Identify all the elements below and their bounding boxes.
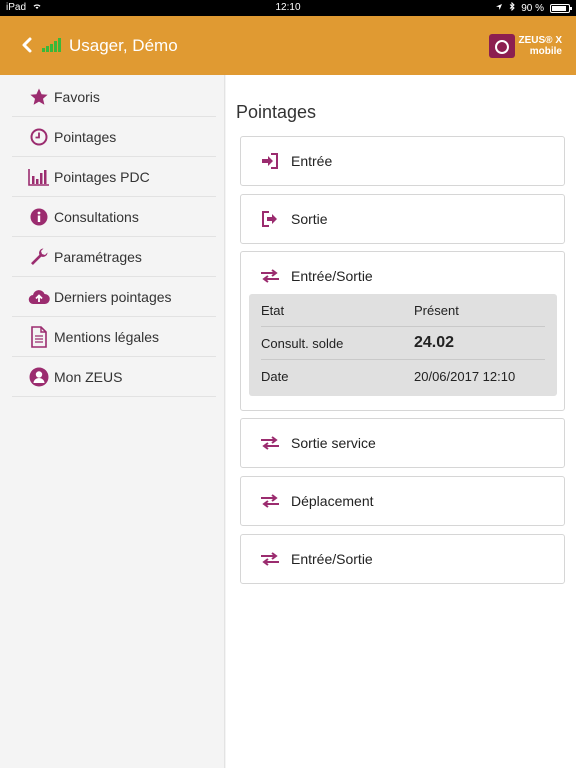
action-label: Sortie service: [291, 435, 376, 451]
action-entree-sortie-expanded[interactable]: Entrée/Sortie Etat Présent Consult. sold…: [240, 251, 565, 411]
logo-line2: mobile: [529, 46, 562, 57]
zeus-logo: ZEUS® X mobile: [488, 34, 563, 58]
exchange-icon: [259, 268, 281, 284]
action-entree[interactable]: Entrée: [240, 136, 565, 186]
detail-row: Date 20/06/2017 12:10: [261, 360, 545, 393]
detail-key: Date: [261, 369, 289, 384]
sidebar-item-mon-zeus[interactable]: Mon ZEUS: [12, 357, 216, 397]
app-header: Usager, Démo ZEUS® X mobile: [0, 16, 576, 75]
sidebar-item-label: Pointages PDC: [54, 168, 150, 185]
bluetooth-icon: [509, 1, 515, 14]
cloud-upload-icon: [28, 286, 50, 308]
action-label: Entrée/Sortie: [291, 551, 373, 567]
detail-key: Etat: [261, 302, 285, 318]
action-sortie-service[interactable]: Sortie service: [240, 418, 565, 468]
sidebar-item-label: Paramétrages: [54, 248, 142, 265]
sidebar-item-pointages[interactable]: Pointages: [12, 117, 216, 157]
detail-value: 20/06/2017 12:10: [414, 369, 516, 384]
bar-chart-icon: [28, 166, 50, 188]
sidebar-item-label: Mon ZEUS: [54, 368, 123, 385]
exchange-icon: [259, 435, 281, 451]
clock-icon: [28, 126, 50, 148]
header-title: Usager, Démo: [69, 36, 178, 55]
sidebar-item-consultations[interactable]: Consultations: [12, 197, 216, 237]
battery-percent: 90 %: [521, 2, 544, 14]
battery-icon: [550, 3, 572, 13]
detail-key: Consult. solde: [261, 335, 344, 351]
document-icon: [28, 325, 50, 348]
pointage-detail-panel: Etat Présent Consult. solde 24.02 Date 2…: [249, 294, 557, 396]
action-entree-sortie[interactable]: Entrée/Sortie: [240, 534, 565, 584]
sidebar-item-parametrages[interactable]: Paramétrages: [12, 237, 216, 277]
location-icon: [495, 3, 503, 14]
sidebar-item-pointages-pdc[interactable]: Pointages PDC: [12, 157, 216, 197]
info-icon: [28, 206, 50, 228]
back-chevron-icon[interactable]: [20, 36, 34, 54]
action-label: Entrée/Sortie: [291, 268, 373, 284]
sidebar-item-derniers-pointages[interactable]: Derniers pointages: [12, 277, 216, 317]
main-content: Pointages Entrée Sortie Entrée/Sortie Et…: [226, 75, 576, 768]
sidebar-item-label: Consultations: [54, 208, 139, 225]
detail-row: Etat Présent: [261, 294, 545, 327]
sidebar-item-favoris[interactable]: Favoris: [12, 77, 216, 117]
detail-value: Présent: [414, 302, 459, 318]
logo-line1: ZEUS® X: [518, 35, 563, 46]
sidebar-item-label: Mentions légales: [54, 328, 160, 345]
exchange-icon: [259, 493, 281, 509]
user-icon: [28, 366, 50, 388]
sidebar-item-mentions-legales[interactable]: Mentions légales: [12, 317, 216, 357]
zeus-cube-icon: [488, 34, 515, 58]
sidebar: Favoris Pointages Pointages PDC Consulta…: [0, 75, 225, 768]
sign-in-icon: [259, 153, 281, 169]
signal-strength-icon: [42, 38, 61, 52]
sign-out-icon: [259, 211, 281, 227]
exchange-icon: [259, 551, 281, 567]
page-title: Pointages: [236, 102, 317, 122]
action-sortie[interactable]: Sortie: [240, 194, 565, 244]
star-icon: [28, 86, 50, 108]
wrench-icon: [28, 246, 50, 268]
status-time: 12:10: [275, 2, 301, 13]
action-label: Sortie: [291, 211, 328, 227]
detail-value: 24.02: [414, 334, 455, 351]
detail-row: Consult. solde 24.02: [261, 327, 545, 360]
sidebar-item-label: Derniers pointages: [54, 288, 172, 305]
action-label: Déplacement: [291, 493, 374, 509]
status-bar: iPad 12:10 90 %: [0, 0, 576, 16]
sidebar-item-label: Favoris: [54, 88, 100, 105]
action-label: Entrée: [291, 153, 333, 169]
action-deplacement[interactable]: Déplacement: [240, 476, 565, 526]
sidebar-item-label: Pointages: [54, 128, 117, 145]
